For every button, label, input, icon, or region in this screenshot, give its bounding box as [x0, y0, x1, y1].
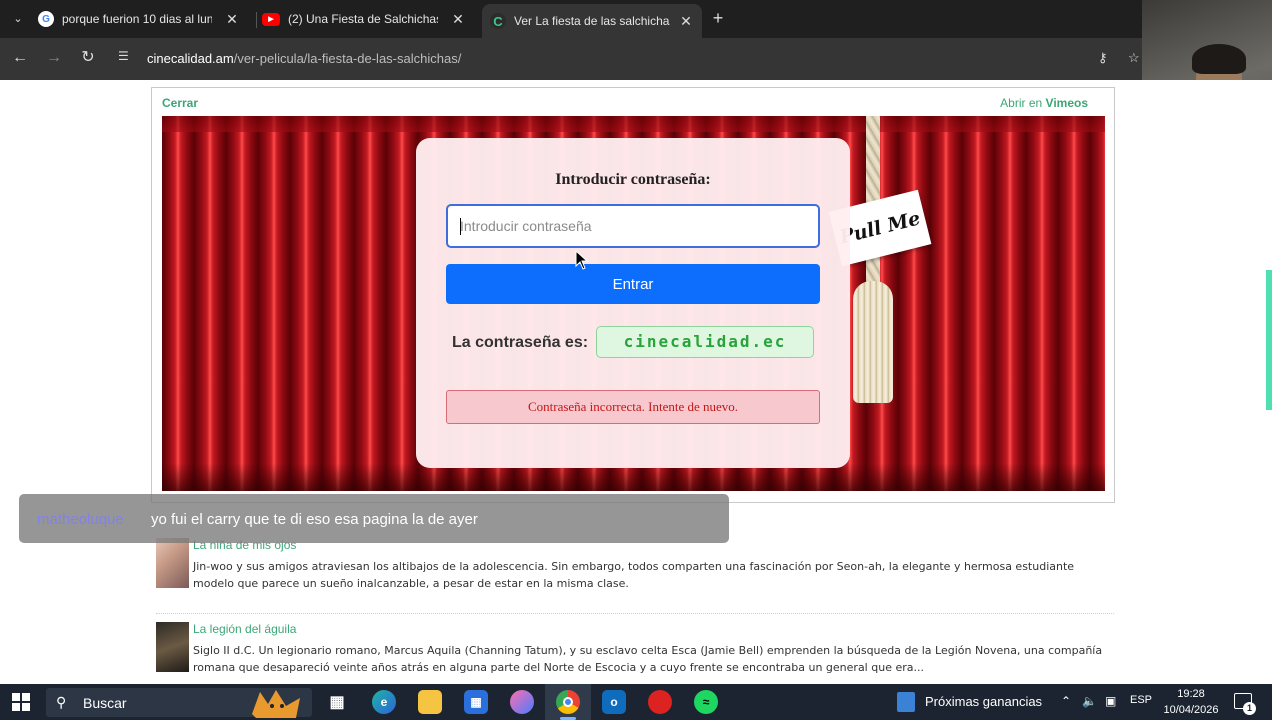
reload-icon[interactable]: ↻ [78, 48, 98, 68]
tab-strip: ⌄ G porque fuerion 10 dias al luna - ✕ ▶… [0, 0, 1142, 38]
tab-title: Ver La fiesta de las salchichas O [514, 14, 670, 28]
spotify-icon[interactable]: ≈ [694, 690, 718, 714]
video-player-frame: Cerrar Abrir en Vimeos Pull Me Introduci… [151, 87, 1115, 503]
search-icon: ⚲ [56, 694, 67, 710]
password-hint-code: cinecalidad.ec [596, 326, 814, 358]
search-label: Buscar [83, 695, 127, 711]
movie-description: Siglo II d.C. Un legionario romano, Marc… [193, 644, 1103, 674]
tab-youtube[interactable]: ▶ (2) Una Fiesta de Salchichas Pel ✕ [262, 4, 466, 34]
close-player-link[interactable]: Cerrar [162, 96, 198, 110]
task-view-icon[interactable]: ▦ [325, 690, 349, 714]
windows-taskbar: ⚲ Buscar ▦ e ▦ o ≈ Próximas ganancias ⌃ … [0, 684, 1272, 720]
password-hint-label: La contraseña es: [452, 334, 589, 351]
url-path: /ver-pelicula/la-fiesta-de-las-salchicha… [233, 51, 462, 66]
widget-label[interactable]: Próximas ganancias [925, 694, 1042, 709]
cinecalidad-icon: C [490, 13, 506, 29]
movie-poster-thumbnail[interactable] [156, 538, 189, 588]
tab-title: porque fuerion 10 dias al luna - [62, 12, 212, 26]
obs-recorder-icon[interactable] [648, 690, 672, 714]
notification-count-badge: 1 [1243, 702, 1256, 715]
streamer-hair [1192, 44, 1246, 74]
network-icon[interactable]: ▣ [1105, 694, 1116, 708]
tab-cinecalidad[interactable]: C Ver La fiesta de las salchichas O ✕ [482, 4, 702, 38]
password-dialog: Introducir contraseña: Entrar La contras… [416, 138, 850, 468]
open-in-label: Abrir en [1000, 96, 1043, 110]
list-item[interactable]: La niña de mis ojos Jin-woo y sus amigos… [156, 538, 1116, 594]
curtain-tassel[interactable] [853, 281, 893, 403]
password-key-icon[interactable]: ⚷ [1098, 50, 1108, 66]
back-icon[interactable]: ← [10, 48, 30, 68]
google-icon: G [38, 11, 54, 27]
search-highlight-fox-icon [252, 690, 300, 718]
new-tab-icon[interactable]: + [708, 8, 728, 29]
tab-title: (2) Una Fiesta de Salchichas Pel [288, 12, 438, 26]
volume-icon[interactable]: 🔈 [1082, 694, 1097, 708]
web-page: Cerrar Abrir en Vimeos Pull Me Introduci… [0, 80, 1272, 684]
password-title: Introducir contraseña: [555, 171, 711, 188]
windows-start-icon[interactable] [12, 693, 30, 711]
chrome-icon[interactable] [556, 690, 580, 714]
vimeo-label: Vimeos [1045, 96, 1088, 110]
site-info-icon[interactable]: ☰ [118, 49, 129, 63]
file-explorer-icon[interactable] [418, 690, 442, 714]
list-divider [156, 613, 1114, 614]
stream-chat-overlay: matheoluque yo fui el carry que te di es… [19, 494, 729, 543]
movie-description: Jin-woo y sus amigos atraviesan los alti… [193, 560, 1075, 590]
submit-password-button[interactable]: Entrar [446, 264, 820, 304]
clock-date: 10/04/2026 [1163, 704, 1219, 716]
system-clock[interactable]: 19:28 10/04/2026 [1160, 686, 1222, 718]
close-tab-icon[interactable]: ✕ [678, 13, 694, 30]
tab-google-search[interactable]: G porque fuerion 10 dias al luna - ✕ [38, 4, 240, 34]
scrollbar[interactable] [1266, 270, 1272, 410]
bookmark-star-icon[interactable]: ☆ [1128, 50, 1140, 66]
open-in-vimeo-link[interactable]: Abrir en Vimeos [1000, 96, 1088, 110]
url-host: cinecalidad.am [147, 51, 234, 66]
close-tab-icon[interactable]: ✕ [224, 11, 240, 28]
chat-username: matheoluque [37, 511, 124, 528]
edge-browser-icon[interactable]: e [372, 690, 396, 714]
password-error-message: Contraseña incorrecta. Intente de nuevo. [446, 390, 820, 424]
youtube-icon: ▶ [262, 12, 280, 26]
movie-poster-thumbnail[interactable] [156, 622, 189, 672]
chat-message: yo fui el carry que te di eso esa pagina… [151, 511, 478, 528]
password-input[interactable] [446, 204, 820, 248]
curtain-valance [162, 116, 1105, 132]
curtain-stage: Pull Me Introducir contraseña: Entrar La… [162, 116, 1105, 491]
close-tab-icon[interactable]: ✕ [450, 11, 466, 28]
list-item[interactable]: La legión del águila Siglo II d.C. Un le… [156, 622, 1116, 678]
widget-document-icon[interactable] [897, 692, 915, 712]
language-indicator[interactable]: ESP [1130, 694, 1152, 706]
text-caret [460, 218, 461, 235]
url-field[interactable]: cinecalidad.am/ver-pelicula/la-fiesta-de… [147, 51, 461, 66]
tab-search-chevron-icon[interactable]: ⌄ [6, 8, 30, 30]
tray-overflow-chevron-icon[interactable]: ⌃ [1061, 694, 1071, 708]
taskbar-search-box[interactable]: ⚲ Buscar [46, 688, 312, 718]
movie-title-link[interactable]: La legión del águila [193, 622, 296, 636]
forward-icon[interactable]: → [44, 48, 64, 68]
tab-separator [256, 12, 257, 28]
copilot-icon[interactable] [510, 690, 534, 714]
clock-time: 19:28 [1177, 688, 1205, 700]
microsoft-store-icon[interactable]: ▦ [464, 690, 488, 714]
address-bar: ← → ↻ ☰ cinecalidad.am/ver-pelicula/la-f… [0, 38, 1142, 80]
outlook-icon[interactable]: o [602, 690, 626, 714]
